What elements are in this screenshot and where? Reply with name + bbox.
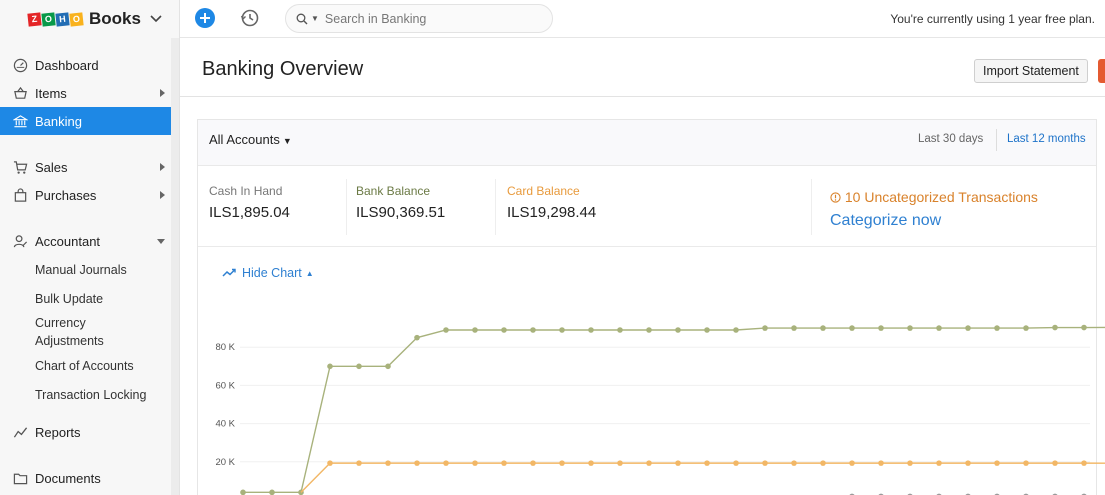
balance-line-chart: 20 K 40 K 60 K 80 K <box>215 324 1105 495</box>
data-point[interactable] <box>588 460 594 466</box>
y-tick-label: 80 K <box>215 342 235 353</box>
data-point[interactable] <box>704 460 710 466</box>
y-tick-label: 20 K <box>215 457 235 468</box>
data-point[interactable] <box>820 325 826 331</box>
data-point[interactable] <box>443 327 449 333</box>
data-point[interactable] <box>936 325 942 331</box>
data-point[interactable] <box>965 325 971 331</box>
data-point[interactable] <box>385 363 391 370</box>
data-point[interactable] <box>414 334 420 341</box>
data-point[interactable] <box>472 327 478 333</box>
y-tick-label: 40 K <box>215 419 235 430</box>
data-point[interactable] <box>994 460 1000 466</box>
data-point[interactable] <box>907 325 913 331</box>
series-line-bank-balance <box>243 326 1105 494</box>
data-point[interactable] <box>501 327 507 333</box>
data-point[interactable] <box>1081 324 1087 331</box>
data-point[interactable] <box>559 327 565 333</box>
data-point[interactable] <box>240 489 246 495</box>
data-point[interactable] <box>559 460 565 466</box>
data-point[interactable] <box>1023 460 1029 466</box>
data-point[interactable] <box>1052 460 1058 466</box>
data-point[interactable] <box>1023 325 1029 331</box>
data-point[interactable] <box>791 325 797 331</box>
data-point[interactable] <box>327 460 333 466</box>
data-point[interactable] <box>820 460 826 466</box>
data-point[interactable] <box>414 460 420 466</box>
data-point[interactable] <box>1081 460 1087 466</box>
data-point[interactable] <box>849 460 855 466</box>
y-tick-label: 60 K <box>215 380 235 391</box>
data-point[interactable] <box>936 460 942 466</box>
data-point[interactable] <box>1052 324 1058 331</box>
data-point[interactable] <box>617 460 623 466</box>
series-line-card-balance <box>300 462 1105 493</box>
data-point[interactable] <box>791 460 797 466</box>
data-point[interactable] <box>733 460 739 466</box>
data-point[interactable] <box>733 327 739 333</box>
data-point[interactable] <box>269 489 275 495</box>
data-point[interactable] <box>675 460 681 466</box>
data-point[interactable] <box>530 460 536 466</box>
data-point[interactable] <box>501 460 507 466</box>
data-point[interactable] <box>849 325 855 331</box>
data-point[interactable] <box>994 325 1000 331</box>
data-point[interactable] <box>646 460 652 466</box>
data-point[interactable] <box>762 460 768 466</box>
data-point[interactable] <box>704 327 710 333</box>
data-point[interactable] <box>675 327 681 333</box>
data-point[interactable] <box>588 327 594 333</box>
data-point[interactable] <box>472 460 478 466</box>
data-point[interactable] <box>907 460 913 466</box>
data-point[interactable] <box>762 325 768 331</box>
data-point[interactable] <box>965 460 971 466</box>
data-point[interactable] <box>356 363 362 370</box>
data-point[interactable] <box>878 325 884 331</box>
data-point[interactable] <box>443 460 449 466</box>
data-point[interactable] <box>327 363 333 370</box>
data-point[interactable] <box>356 460 362 466</box>
data-point[interactable] <box>385 460 391 466</box>
data-point[interactable] <box>530 327 536 333</box>
data-point[interactable] <box>617 327 623 333</box>
data-point[interactable] <box>878 460 884 466</box>
data-point[interactable] <box>646 327 652 333</box>
